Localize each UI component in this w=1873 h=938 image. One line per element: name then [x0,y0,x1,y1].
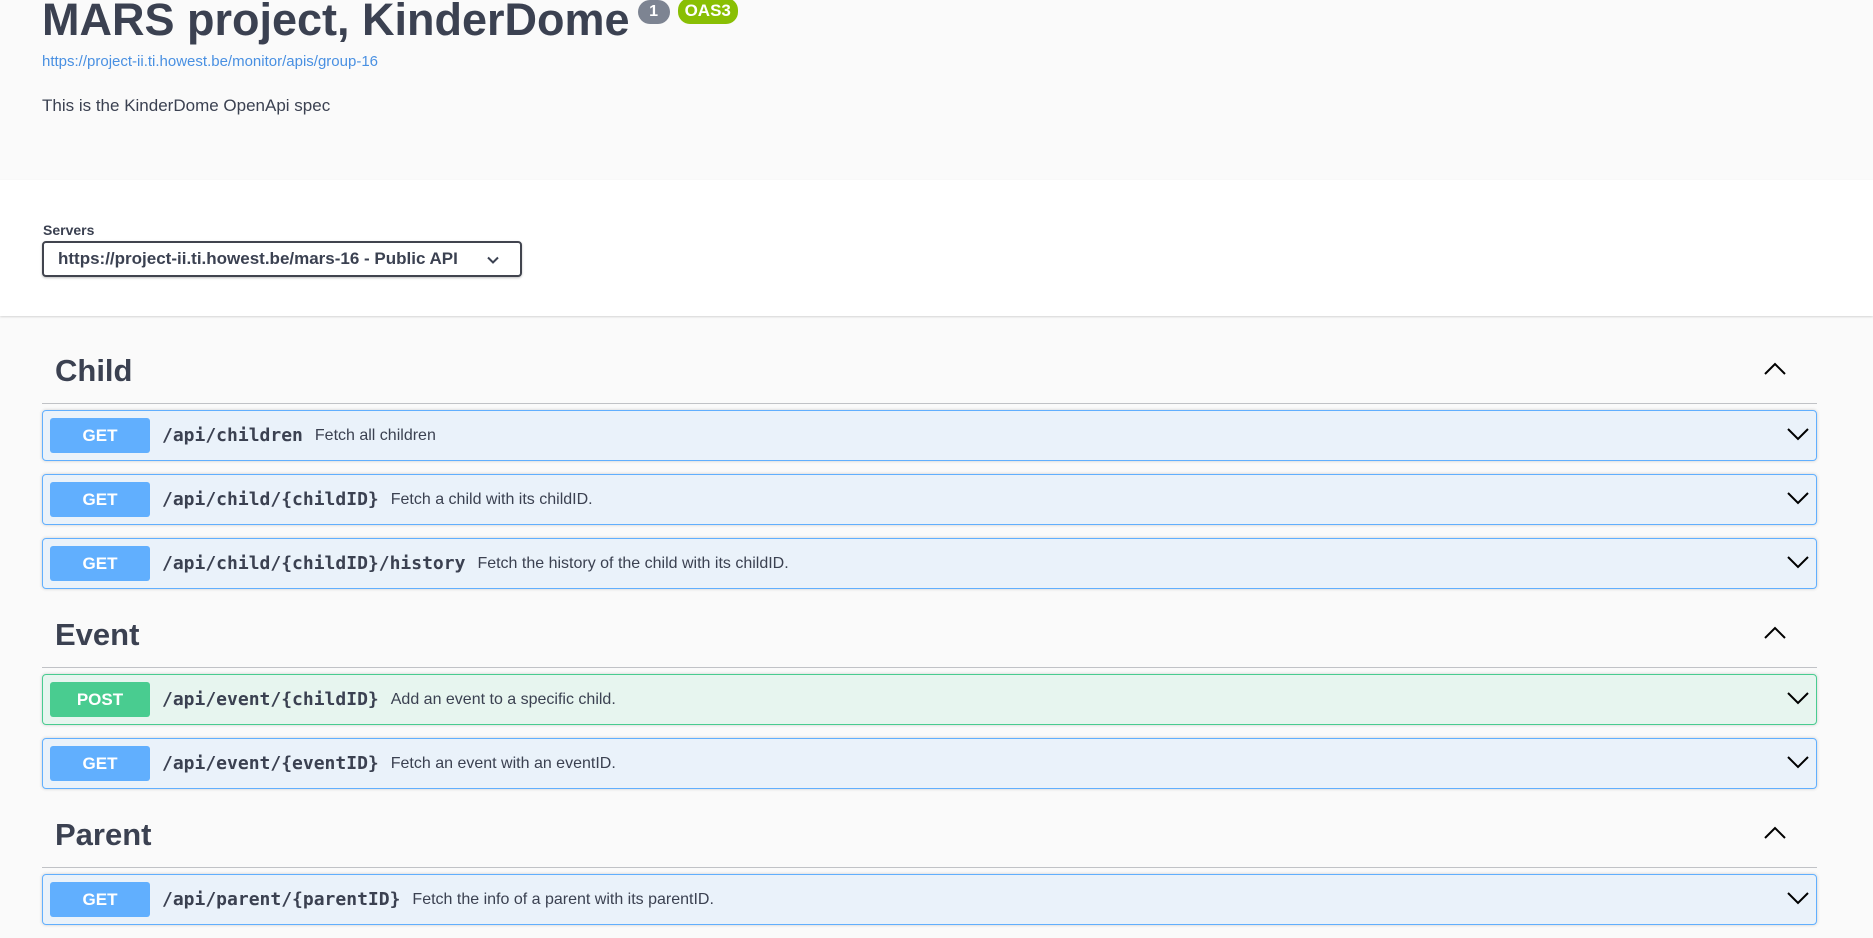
tag-section-event: Event POST/api/event/{childID} Add an even… [42,602,1817,789]
tag-header-event[interactable]: Event [42,602,1817,668]
chevron-down-icon[interactable] [1786,427,1810,446]
tag-section-parent: Parent GET/api/parent/{parentID} Fetch the… [42,802,1817,925]
endpoint-summary: Fetch the history of the child with its … [477,554,789,572]
opblock-get[interactable]: GET/api/child/{childID}/history Fetch the… [42,538,1817,589]
chevron-down-icon[interactable] [1786,755,1810,774]
chevron-down-icon [486,253,500,272]
endpoint-path: /api/children [162,425,303,446]
endpoint-summary: Fetch all children [314,426,436,444]
endpoint-path: /api/event/{childID} [162,689,379,710]
endpoint-path: /api/event/{eventID} [162,753,379,774]
method-badge: GET [50,482,150,517]
server-select[interactable]: https://project-ii.ti.howest.be/mars-16 … [42,241,522,277]
method-badge: GET [50,418,150,453]
opblock-get[interactable]: GET/api/event/{eventID} Fetch an event wi… [42,738,1817,789]
operations-list: Child GET/api/children Fetch all children G… [42,316,1817,938]
method-badge: GET [50,746,150,781]
info-section: MARS project, KinderDome 1 OAS3 https://… [0,0,1873,181]
endpoint-path: /api/child/{childID} [162,489,379,510]
tag-title: Event [55,617,140,652]
method-badge: GET [50,882,150,917]
chevron-up-icon[interactable] [1763,826,1787,845]
opblock-get[interactable]: GET/api/parent/{parentID} Fetch the info … [42,874,1817,925]
tag-title: Parent [55,817,152,852]
version-badge: 1 [637,0,670,24]
opblock-post[interactable]: POST/api/event/{childID} Add an event to … [42,674,1817,725]
method-badge: POST [50,682,150,717]
endpoint-summary: Fetch an event with an eventID. [390,754,616,772]
opblock-get[interactable]: GET/api/child/{childID} Fetch a child wit… [42,474,1817,525]
endpoint-summary: Fetch the info of a parent with its pare… [412,890,714,908]
page-title: MARS project, KinderDome [42,0,630,45]
title-row: MARS project, KinderDome 1 OAS3 [42,0,738,48]
chevron-up-icon[interactable] [1763,362,1787,381]
opblock-get[interactable]: GET/api/children Fetch all children [42,410,1817,461]
server-select-value: https://project-ii.ti.howest.be/mars-16 … [58,249,458,268]
tag-header-parent[interactable]: Parent [42,802,1817,868]
method-badge: GET [50,546,150,581]
endpoint-summary: Add an event to a specific child. [390,690,616,708]
tag-header-child[interactable]: Child [42,316,1817,404]
servers-section: Servers https://project-ii.ti.howest.be/… [0,180,1873,316]
endpoint-path: /api/parent/{parentID} [162,889,401,910]
tag-title: Child [55,353,133,388]
endpoint-path: /api/child/{childID}/history [162,553,466,574]
spec-url-link[interactable]: https://project-ii.ti.howest.be/monitor/… [42,53,378,70]
servers-label: Servers [43,222,95,238]
chevron-down-icon[interactable] [1786,891,1810,910]
tag-section-child: Child GET/api/children Fetch all children G… [42,316,1817,589]
api-description: This is the KinderDome OpenApi spec [42,96,331,115]
chevron-down-icon[interactable] [1786,491,1810,510]
oas-badge: OAS3 [677,0,738,24]
endpoint-summary: Fetch a child with its childID. [390,490,593,508]
chevron-down-icon[interactable] [1786,691,1810,710]
chevron-up-icon[interactable] [1763,626,1787,645]
chevron-down-icon[interactable] [1786,555,1810,574]
